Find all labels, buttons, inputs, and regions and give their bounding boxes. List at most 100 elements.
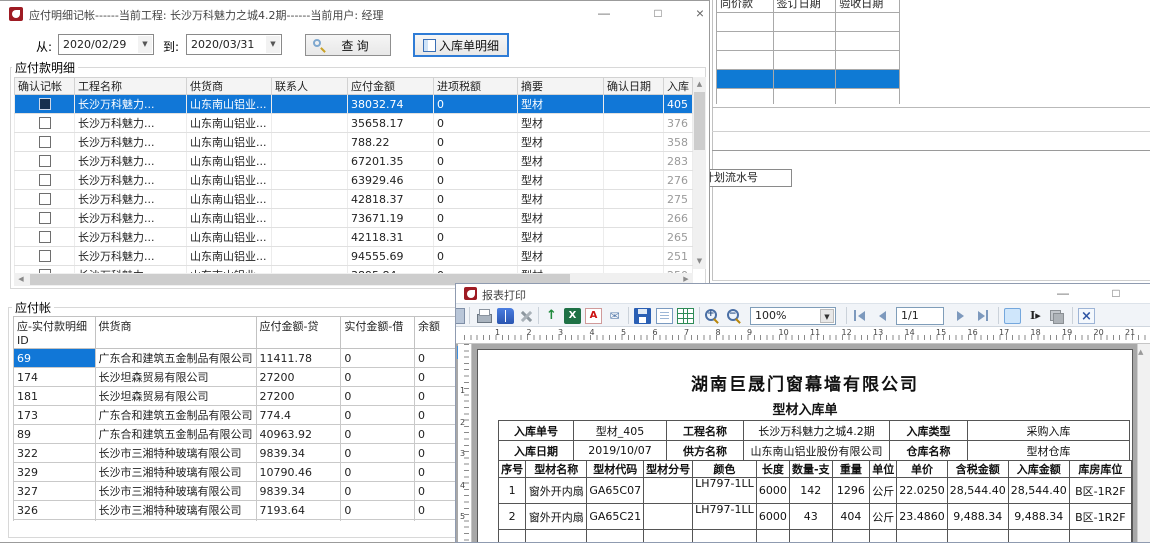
confirm-checkbox[interactable] [39,117,51,129]
cell[interactable] [717,13,774,32]
supplier-cell[interactable]: 山东南山铝业... [187,152,272,171]
summary-cell[interactable]: 型材 [518,133,604,152]
table-row[interactable] [717,70,900,89]
tax-cell[interactable]: 0 [434,152,518,171]
debit-cell[interactable]: 0 [341,387,415,406]
supplier-cell[interactable]: 山东南山铝业... [187,133,272,152]
summary-cell[interactable]: 型材 [518,152,604,171]
amount-cell[interactable]: 63929.46 [348,171,434,190]
confirm-cell[interactable] [15,152,75,171]
inbound-id-cell[interactable]: 276 [664,171,693,190]
preview-vertical-scrollbar[interactable]: ▲ [1137,344,1150,542]
inbound-id-cell[interactable]: 250 [664,266,693,274]
summary-cell[interactable]: 型材 [518,209,604,228]
table-row[interactable]: 322长沙市三湘特种玻璃有限公司9839.3400 [14,444,456,463]
column-header[interactable]: 实付金额-借 [341,317,415,349]
cell[interactable] [717,51,774,70]
amount-cell[interactable]: 788.22 [348,133,434,152]
inbound-id-cell[interactable]: 265 [664,228,693,247]
credit-cell[interactable]: 40963.92 [256,425,341,444]
credit-cell[interactable]: 27200 [256,387,341,406]
confirm-checkbox[interactable] [39,231,51,243]
inbound-id-cell[interactable]: 358 [664,133,693,152]
supplier-cell[interactable]: 广东合和建筑五金制品有限公司 [95,406,256,425]
tax-cell[interactable]: 0 [434,209,518,228]
cell[interactable] [773,51,836,70]
confirm-date-cell[interactable] [604,95,664,114]
confirm-cell[interactable] [15,95,75,114]
inbound-id-cell[interactable]: 283 [664,152,693,171]
column-header[interactable]: 摘要 [518,78,604,95]
tax-cell[interactable]: 0 [434,266,518,274]
tax-cell[interactable]: 0 [434,171,518,190]
credit-cell[interactable]: 774.4 [256,406,341,425]
id-cell[interactable]: 89 [14,425,96,444]
confirm-cell[interactable] [15,133,75,152]
tax-cell[interactable]: 0 [434,247,518,266]
export-data-grid-icon[interactable] [677,308,694,324]
confirm-date-cell[interactable] [604,152,664,171]
contact-cell[interactable] [272,171,348,190]
cell[interactable] [773,32,836,51]
summary-cell[interactable]: 型材 [518,190,604,209]
confirm-checkbox[interactable] [39,136,51,148]
tax-cell[interactable]: 0 [434,190,518,209]
confirm-date-cell[interactable] [604,247,664,266]
confirm-date-cell[interactable] [604,266,664,274]
hand-tool-icon[interactable] [1004,308,1021,324]
tax-cell[interactable]: 0 [434,228,518,247]
scroll-left-icon[interactable]: ◀ [16,273,26,286]
id-cell[interactable]: 173 [14,406,96,425]
payables-header-row[interactable]: 应-实付款明细ID供货商应付金额-贷实付金额-借余额 [14,317,456,349]
credit-cell[interactable] [256,520,341,522]
confirm-checkbox[interactable] [39,193,51,205]
debit-cell[interactable]: 0 [341,425,415,444]
supplier-cell[interactable]: 山东南山铝业... [187,228,272,247]
amount-cell[interactable]: 35658.17 [348,114,434,133]
column-header[interactable]: 联系人 [272,78,348,95]
credit-cell[interactable]: 27200 [256,368,341,387]
amount-cell[interactable]: 67201.35 [348,152,434,171]
confirm-checkbox[interactable] [39,98,51,110]
export-excel-icon[interactable]: X [564,308,581,324]
supplier-cell[interactable]: 山东南山铝业... [187,209,272,228]
confirm-cell[interactable] [15,228,75,247]
debit-cell[interactable]: 0 [341,482,415,501]
confirm-date-cell[interactable] [604,209,664,228]
supplier-cell[interactable]: 山东南山铝业... [187,247,272,266]
project-cell[interactable]: 长沙万科魅力... [75,190,187,209]
export-upload-icon[interactable]: ↑ [543,308,560,324]
project-cell[interactable]: 长沙万科魅力... [75,209,187,228]
contact-cell[interactable] [272,133,348,152]
table-row[interactable]: 181长沙坦森贸易有限公司2720000 [14,387,456,406]
table-row[interactable]: 长沙万科魅力...山东南山铝业...42118.310型材265 [15,228,693,247]
amount-cell[interactable]: 73671.19 [348,209,434,228]
id-cell[interactable]: 327 [14,482,96,501]
supplier-cell[interactable]: 山东南山铝业... [187,266,272,274]
id-cell[interactable]: 69 [14,349,96,368]
payables-grid[interactable]: 应-实付款明细ID供货商应付金额-贷实付金额-借余额 69 广东合和建筑五金制品有… [13,316,456,521]
project-cell[interactable]: 长沙万科魅力... [75,247,187,266]
balance-cell[interactable]: 0 [415,349,456,368]
table-row[interactable]: 长沙万科魅力...山东南山铝业...63929.460型材276 [15,171,693,190]
debit-cell[interactable]: 0 [341,501,415,520]
page-number-input[interactable]: 1/1 [896,307,944,325]
balance-cell[interactable]: 0 [415,425,456,444]
balance-cell[interactable]: 0 [415,463,456,482]
id-cell[interactable] [14,520,96,522]
table-row[interactable]: 长沙万科魅力...山东南山铝业...67201.350型材283 [15,152,693,171]
contact-cell[interactable] [272,247,348,266]
zoom-in-icon[interactable]: + [704,308,721,324]
titlebar[interactable]: 报表打印 — □ × [456,284,1150,303]
close-button[interactable]: × [688,4,710,22]
column-header[interactable]: 余额 [415,317,456,349]
maximize-button[interactable]: □ [646,4,670,22]
supplier-cell[interactable]: 长沙市三湘特种玻璃有限公司 [95,444,256,463]
debit-cell[interactable]: 0 [341,444,415,463]
minimize-button[interactable]: — [592,4,616,22]
confirm-date-cell[interactable] [604,171,664,190]
balance-cell[interactable]: 0 [415,406,456,425]
id-cell[interactable]: 329 [14,463,96,482]
table-row[interactable]: 89广东合和建筑五金制品有限公司40963.9200 [14,425,456,444]
cell[interactable] [836,13,900,32]
